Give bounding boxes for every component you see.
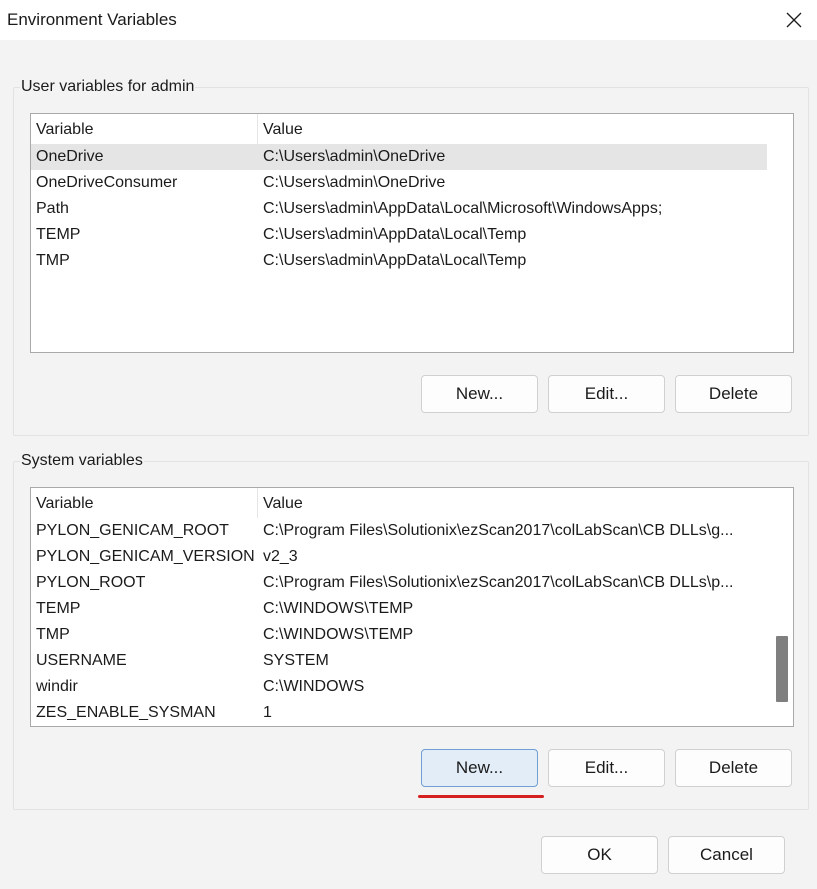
table-row[interactable]: ZES_ENABLE_SYSMAN 1 [31,700,769,726]
variable-name-cell: OneDrive [36,148,104,165]
ok-button[interactable]: OK [541,836,658,874]
variable-value-cell: C:\Program Files\Solutionix\ezScan2017\c… [263,574,734,591]
cancel-button[interactable]: Cancel [668,836,785,874]
variable-name-cell: TEMP [36,226,81,243]
user-new-button[interactable]: New... [421,375,538,413]
table-row[interactable]: USERNAME SYSTEM [31,648,769,674]
variable-value-cell: C:\WINDOWS [263,678,365,695]
column-header-variable[interactable]: Variable [36,121,94,139]
variable-name-cell: ZES_ENABLE_SYSMAN [36,704,216,721]
table-row[interactable]: TMP C:\WINDOWS\TEMP [31,622,769,648]
system-delete-button[interactable]: Delete [675,749,792,787]
variable-name-cell: Path [36,200,69,217]
system-variables-header: Variable Value [31,488,793,518]
variable-value-cell: C:\Users\admin\OneDrive [263,174,446,191]
table-row[interactable]: TEMP C:\WINDOWS\TEMP [31,596,769,622]
user-variables-label: User variables for admin [20,76,196,98]
highlight-underline [418,795,544,798]
variable-name-cell: TMP [36,252,70,269]
table-row[interactable]: TMP C:\Users\admin\AppData\Local\Temp [31,248,767,274]
variable-name-cell: PYLON_ROOT [36,574,146,591]
variable-value-cell: C:\WINDOWS\TEMP [263,600,414,617]
close-button[interactable] [771,0,817,40]
close-icon [786,12,802,28]
variable-name-cell: PYLON_GENICAM_ROOT [36,522,229,539]
system-scrollbar[interactable] [769,488,793,726]
variable-value-cell: C:\Users\admin\OneDrive [263,148,446,165]
table-row[interactable]: OneDrive C:\Users\admin\OneDrive [31,144,767,170]
system-new-button[interactable]: New... [421,749,538,787]
table-row[interactable]: Path C:\Users\admin\AppData\Local\Microso… [31,196,767,222]
column-divider[interactable] [257,488,258,518]
variable-value-cell: C:\Users\admin\AppData\Local\Temp [263,226,527,243]
variable-value-cell: v2_3 [263,548,298,565]
user-variables-header: Variable Value [31,114,793,144]
column-header-variable[interactable]: Variable [36,495,94,513]
user-edit-button[interactable]: Edit... [548,375,665,413]
variable-name-cell: OneDriveConsumer [36,174,178,191]
table-row[interactable]: PYLON_ROOT C:\Program Files\Solutionix\ez… [31,570,769,596]
variable-value-cell: SYSTEM [263,652,329,669]
variable-name-cell: TMP [36,626,70,643]
variable-value-cell: C:\WINDOWS\TEMP [263,626,414,643]
variable-name-cell: PYLON_GENICAM_VERSION [36,548,255,565]
column-divider[interactable] [257,114,258,144]
variable-value-cell: C:\Users\admin\AppData\Local\Microsoft\W… [263,200,663,217]
column-header-value[interactable]: Value [263,495,303,513]
variable-name-cell: TEMP [36,600,81,617]
user-variables-list[interactable]: Variable Value OneDrive C:\Users\admin\On… [30,113,794,353]
system-variables-list[interactable]: Variable Value PYLON_GENICAM_ROOT C:\Prog… [30,487,794,727]
variable-value-cell: 1 [263,704,272,721]
table-row[interactable]: OneDriveConsumer C:\Users\admin\OneDrive [31,170,767,196]
variable-name-cell: USERNAME [36,652,127,669]
system-edit-button[interactable]: Edit... [548,749,665,787]
title-bar: Environment Variables [0,0,817,40]
table-row[interactable]: PYLON_GENICAM_VERSION v2_3 [31,544,769,570]
variable-name-cell: windir [36,678,78,695]
variable-value-cell: C:\Program Files\Solutionix\ezScan2017\c… [263,522,734,539]
scrollbar-thumb[interactable] [776,636,788,702]
table-row[interactable]: TEMP C:\Users\admin\AppData\Local\Temp [31,222,767,248]
system-variables-label: System variables [20,450,144,472]
window-title: Environment Variables [7,10,177,29]
table-row[interactable]: PYLON_GENICAM_ROOT C:\Program Files\Solut… [31,518,769,544]
column-header-value[interactable]: Value [263,121,303,139]
user-delete-button[interactable]: Delete [675,375,792,413]
variable-value-cell: C:\Users\admin\AppData\Local\Temp [263,252,527,269]
table-row[interactable]: windir C:\WINDOWS [31,674,769,700]
